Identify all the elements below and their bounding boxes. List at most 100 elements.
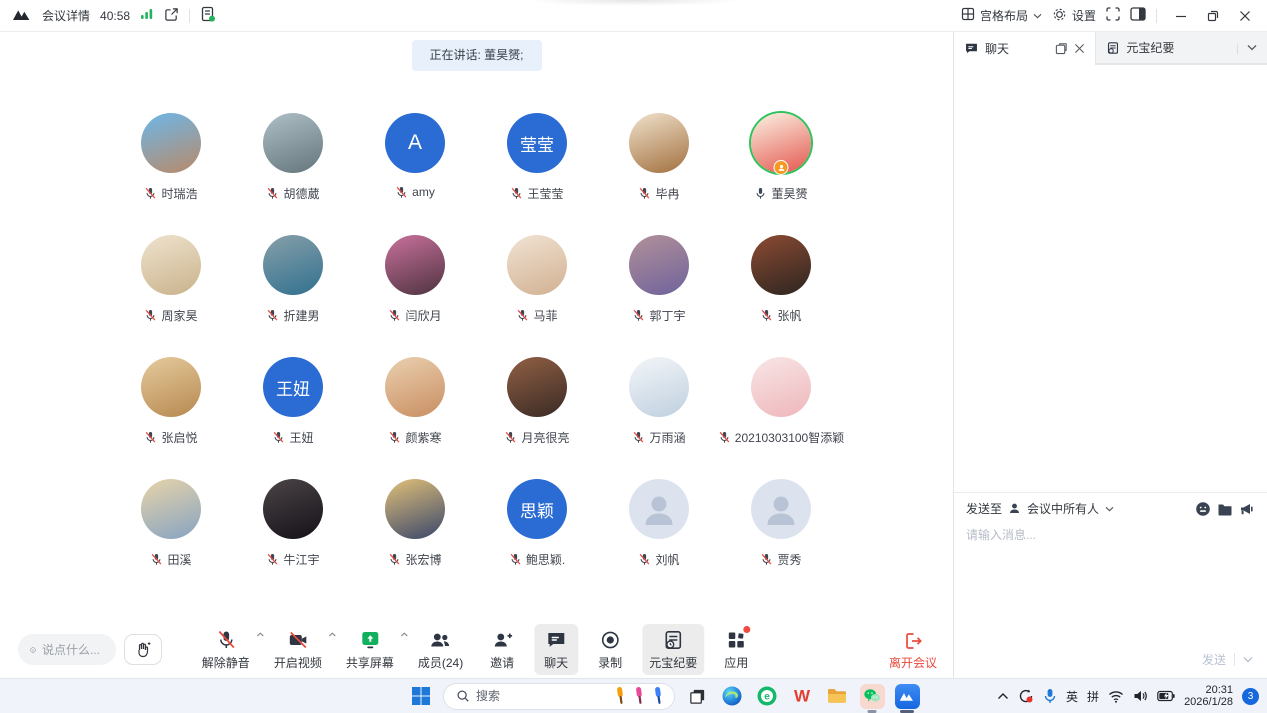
minimize-button[interactable] bbox=[1167, 4, 1195, 28]
unmute-label: 解除静音 bbox=[202, 654, 250, 671]
participant-tile[interactable]: 张启悦 bbox=[110, 357, 232, 447]
file-explorer-icon[interactable] bbox=[824, 683, 850, 709]
mic-off-icon bbox=[509, 553, 522, 566]
apps-button[interactable]: 应用 bbox=[714, 624, 758, 675]
members-button[interactable]: 成员(24) bbox=[411, 624, 470, 675]
invite-icon bbox=[491, 629, 513, 651]
participant-tile[interactable]: 郭丁宇 bbox=[598, 235, 720, 325]
chevron-up-icon[interactable] bbox=[400, 632, 408, 637]
announce-icon[interactable] bbox=[1239, 501, 1255, 517]
record-button[interactable]: 录制 bbox=[588, 624, 632, 675]
fullscreen-button[interactable] bbox=[1106, 7, 1120, 24]
participant-tile[interactable]: 牛江宇 bbox=[232, 479, 354, 569]
participant-tile[interactable]: 闫欣月 bbox=[354, 235, 476, 325]
wifi-icon[interactable] bbox=[1108, 690, 1124, 703]
battery-icon[interactable] bbox=[1157, 690, 1175, 702]
participant-tile[interactable]: Aamy bbox=[354, 113, 476, 203]
participant-tile[interactable]: 胡德葳 bbox=[232, 113, 354, 203]
participant-tile[interactable]: 万雨涵 bbox=[598, 357, 720, 447]
participant-tile[interactable]: 时瑞浩 bbox=[110, 113, 232, 203]
participant-tile[interactable]: 颜紫寒 bbox=[354, 357, 476, 447]
input-lang-pinyin[interactable]: 拼 bbox=[1087, 688, 1099, 705]
participant-tile[interactable]: 马菲 bbox=[476, 235, 598, 325]
close-button[interactable] bbox=[1231, 4, 1259, 28]
search-input[interactable] bbox=[476, 689, 576, 703]
top-notch-shadow bbox=[524, 0, 744, 6]
input-lang-en[interactable]: 英 bbox=[1066, 688, 1078, 705]
summary-doc-icon[interactable] bbox=[200, 6, 216, 25]
open-external-icon[interactable] bbox=[164, 7, 179, 25]
participant-tile[interactable]: 毕冉 bbox=[598, 113, 720, 203]
chevron-up-icon[interactable] bbox=[328, 632, 336, 637]
send-to-selector[interactable]: 会议中所有人 bbox=[1027, 500, 1099, 517]
participant-tile[interactable]: 月亮很亮 bbox=[476, 357, 598, 447]
chat-input[interactable] bbox=[966, 526, 1255, 638]
participant-tile[interactable]: 王妞王妞 bbox=[232, 357, 354, 447]
taskbar-search[interactable] bbox=[443, 683, 675, 710]
pop-out-icon[interactable] bbox=[1055, 42, 1068, 55]
participant-avatar bbox=[141, 479, 201, 539]
participant-tile[interactable]: 贾秀 bbox=[720, 479, 842, 569]
start-button[interactable] bbox=[408, 683, 434, 709]
share-screen-button[interactable]: 共享屏幕 bbox=[339, 624, 401, 675]
emoji-icon[interactable] bbox=[1195, 501, 1211, 517]
settings-button[interactable]: 设置 bbox=[1052, 7, 1096, 25]
participant-tile[interactable]: 折建男 bbox=[232, 235, 354, 325]
layout-selector[interactable]: 宫格布局 bbox=[961, 7, 1042, 24]
edge-browser-icon[interactable] bbox=[719, 683, 745, 709]
sync-icon[interactable] bbox=[1018, 688, 1034, 704]
search-icon bbox=[456, 689, 470, 703]
chat-bubble-icon bbox=[964, 41, 979, 56]
chat-input-area[interactable] bbox=[954, 524, 1267, 640]
chevron-down-icon[interactable] bbox=[1105, 506, 1114, 512]
browser-360-icon[interactable]: e bbox=[754, 683, 780, 709]
chevron-up-icon[interactable] bbox=[256, 632, 264, 637]
taskbar-clock[interactable]: 20:31 2026/1/28 bbox=[1184, 684, 1233, 708]
participant-tile[interactable]: 思颖鲍思颖. bbox=[476, 479, 598, 569]
chevron-up-icon[interactable] bbox=[997, 692, 1009, 700]
participant-tile[interactable]: 周家昊 bbox=[110, 235, 232, 325]
notes-button[interactable]: 元宝纪要 bbox=[642, 624, 704, 675]
notification-count-badge[interactable]: 3 bbox=[1242, 688, 1259, 705]
leave-meeting-button[interactable]: 离开会议 bbox=[889, 631, 937, 671]
search-highlight-brushes-icon[interactable] bbox=[610, 685, 668, 707]
invite-button[interactable]: 邀请 bbox=[480, 624, 524, 675]
participant-tile[interactable]: 莹莹王莹莹 bbox=[476, 113, 598, 203]
participant-tile[interactable]: 董昊赟 bbox=[720, 113, 842, 203]
start-video-button[interactable]: 开启视频 bbox=[267, 624, 329, 675]
wechat-icon[interactable] bbox=[859, 683, 885, 709]
maximize-button[interactable] bbox=[1199, 4, 1227, 28]
mic-icon[interactable] bbox=[1043, 688, 1057, 704]
quick-chat-input-wrap[interactable] bbox=[18, 634, 116, 665]
participant-avatar bbox=[385, 479, 445, 539]
raise-hand-button[interactable] bbox=[124, 634, 162, 665]
unmute-button[interactable]: 解除静音 bbox=[195, 624, 257, 675]
chevron-down-icon[interactable] bbox=[1247, 44, 1257, 51]
folder-icon[interactable] bbox=[1217, 501, 1233, 517]
participant-tile[interactable]: 田溪 bbox=[110, 479, 232, 569]
mic-on-icon bbox=[754, 187, 767, 200]
share-screen-icon bbox=[359, 629, 381, 651]
participant-tile[interactable]: 刘帆 bbox=[598, 479, 720, 569]
chat-button[interactable]: 聊天 bbox=[534, 624, 578, 675]
chat-message-list[interactable] bbox=[954, 65, 1267, 492]
close-icon[interactable] bbox=[1074, 43, 1085, 54]
participant-avatar bbox=[629, 479, 689, 539]
meeting-details-button[interactable]: 会议详情 bbox=[42, 7, 90, 24]
participant-tile[interactable]: 20210303100智添颖 bbox=[720, 357, 842, 447]
side-panel-toggle-icon[interactable] bbox=[1130, 7, 1146, 24]
chevron-down-icon[interactable] bbox=[1243, 656, 1253, 663]
send-button[interactable]: 发送 bbox=[1202, 651, 1226, 668]
tab-notes[interactable]: 元宝纪要 bbox=[1096, 32, 1232, 64]
tencent-meeting-icon[interactable] bbox=[894, 683, 920, 709]
speaker-icon[interactable] bbox=[1133, 689, 1148, 703]
tab-chat[interactable]: 聊天 bbox=[954, 32, 1096, 65]
task-view-button[interactable] bbox=[684, 683, 710, 709]
wps-icon[interactable]: W bbox=[789, 683, 815, 709]
participant-tile[interactable]: 张宏博 bbox=[354, 479, 476, 569]
quick-chat-input[interactable] bbox=[42, 643, 104, 657]
participant-name: 胡德葳 bbox=[266, 185, 319, 202]
mic-off-icon bbox=[266, 553, 279, 566]
participant-tile[interactable]: 张帆 bbox=[720, 235, 842, 325]
mic-off-icon bbox=[144, 187, 157, 200]
